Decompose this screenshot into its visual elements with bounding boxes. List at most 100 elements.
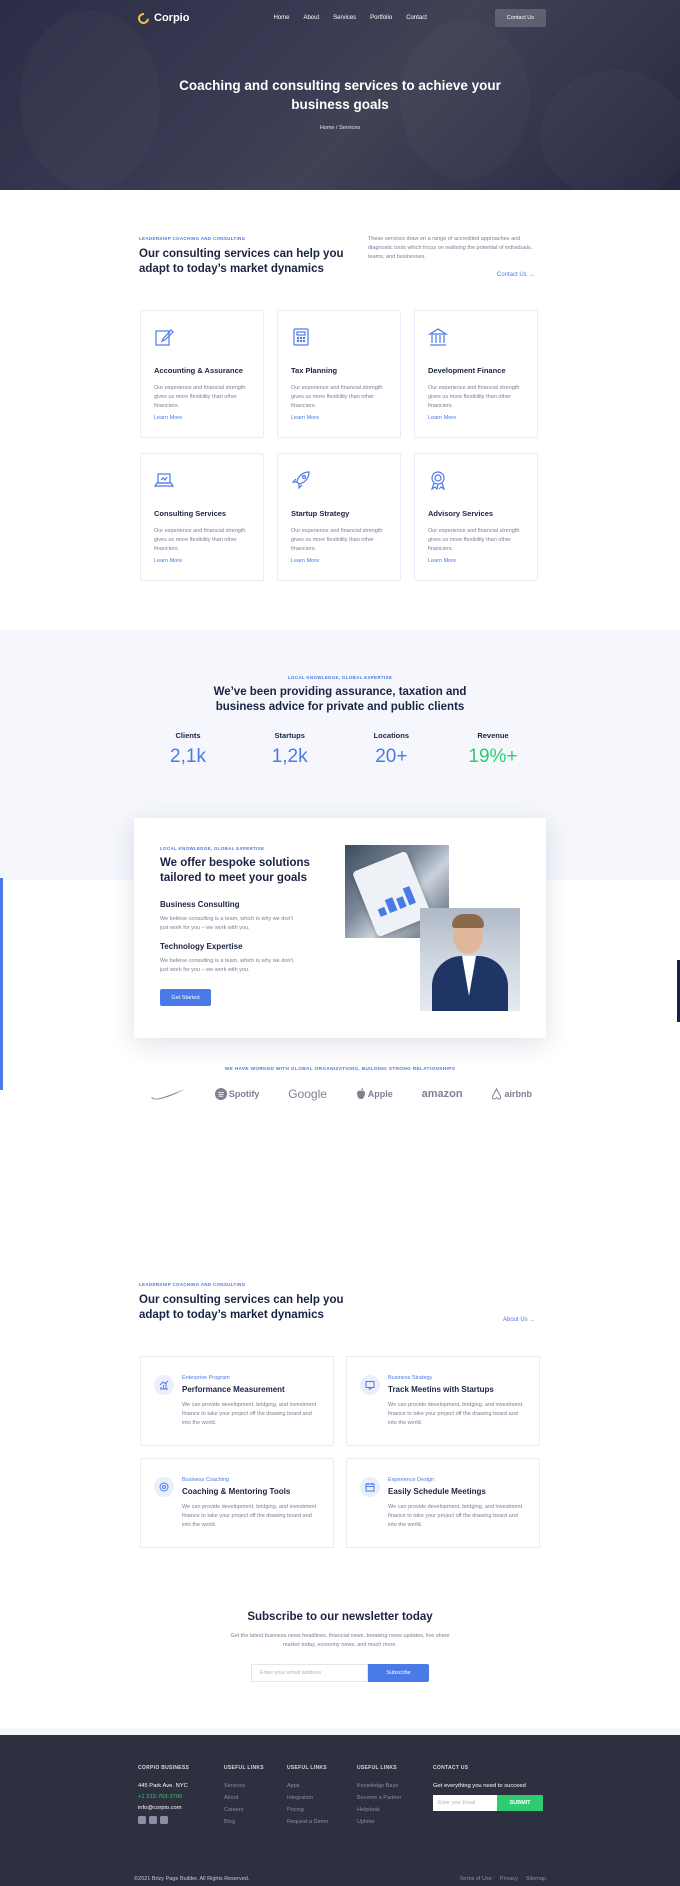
bank-icon bbox=[427, 328, 449, 346]
footer-link[interactable]: Careers bbox=[224, 1807, 264, 1813]
chart-bar bbox=[395, 896, 407, 910]
service-desc: Our experience and financial strength gi… bbox=[428, 385, 520, 409]
service-title: Consulting Services bbox=[154, 509, 227, 518]
newsletter-email-input[interactable]: Enter your email address bbox=[251, 1664, 368, 1682]
social-links bbox=[138, 1816, 189, 1824]
footer-link[interactable]: Uptime bbox=[357, 1819, 401, 1825]
stats-section: LOCAL KNOWLEDGE, GLOBAL EXPERTISE We’ve … bbox=[0, 630, 680, 810]
breadcrumb[interactable]: Home / Services bbox=[0, 125, 680, 131]
bespoke-eyebrow: LOCAL KNOWLEDGE, GLOBAL EXPERTISE bbox=[160, 846, 265, 851]
nav-portfolio[interactable]: Portfolio bbox=[370, 15, 392, 21]
newsletter-desc: Get the latest business news headlines, … bbox=[230, 1633, 450, 1648]
get-started-button[interactable]: Get Started bbox=[160, 989, 211, 1006]
footer-email-input[interactable]: Enter your Email bbox=[433, 1795, 497, 1811]
footer-phone[interactable]: +1 212-763-3700 bbox=[138, 1794, 189, 1800]
learn-more-link[interactable]: Learn More bbox=[291, 415, 319, 421]
sitemap-link[interactable]: Sitemap bbox=[526, 1876, 546, 1882]
service-title: Tax Planning bbox=[291, 366, 338, 375]
service-desc: Our experience and financial strength gi… bbox=[291, 385, 383, 409]
feature-title: Performance Measurement bbox=[182, 1385, 285, 1394]
bespoke-desc: We believe consulting is a team, which i… bbox=[160, 916, 294, 931]
learn-more-link[interactable]: Learn More bbox=[428, 558, 456, 564]
nav-services[interactable]: Services bbox=[333, 15, 356, 21]
footer-link[interactable]: Become a Partner bbox=[357, 1795, 401, 1801]
footer-link[interactable]: Services bbox=[224, 1783, 264, 1789]
footer-link[interactable]: Request a Demo bbox=[287, 1819, 328, 1825]
bespoke-subtitle: Business Consulting bbox=[160, 900, 240, 909]
stat-value: 20+ bbox=[375, 746, 408, 767]
terms-link[interactable]: Terms of Use bbox=[459, 1876, 491, 1882]
service-desc: Our experience and financial strength gi… bbox=[154, 528, 246, 552]
nav-home[interactable]: Home bbox=[273, 15, 289, 21]
award-icon bbox=[430, 471, 446, 491]
feature-card[interactable]: Business Coaching Coaching & Mentoring T… bbox=[140, 1458, 334, 1548]
nav-about[interactable]: About bbox=[303, 15, 319, 21]
subscribe-button[interactable]: Subscribe bbox=[368, 1664, 429, 1682]
footer-wrapper: CORPIO BUSINESS 445 Park Ave. NYC +1 212… bbox=[0, 1728, 680, 1886]
learn-more-link[interactable]: Learn More bbox=[154, 558, 182, 564]
twitter-icon[interactable] bbox=[138, 1816, 146, 1824]
privacy-link[interactable]: Privacy bbox=[500, 1876, 518, 1882]
service-card[interactable]: Development Finance Our experience and f… bbox=[414, 310, 538, 438]
spotify-icon bbox=[214, 1088, 227, 1100]
footer-email[interactable]: info@corpio.com bbox=[138, 1805, 189, 1811]
footer-submit-button[interactable]: SUBMIT bbox=[497, 1795, 543, 1811]
footer-address: 445 Park Ave. NYC bbox=[138, 1783, 188, 1789]
feature-card[interactable]: Experience Design Easily Schedule Meetin… bbox=[346, 1458, 540, 1548]
monitor-icon bbox=[360, 1375, 380, 1395]
footer-links-2: USEFUL LINKS Apps Integration Pricing Re… bbox=[287, 1765, 328, 1825]
feature-eyebrow: Enterprise Program bbox=[182, 1375, 230, 1381]
feature-card[interactable]: Enterprise Program Performance Measureme… bbox=[140, 1356, 334, 1446]
service-card[interactable]: Advisory Services Our experience and fin… bbox=[414, 453, 538, 581]
copyright: ©2021 Brizy Page Builder. All Rights Res… bbox=[134, 1876, 250, 1882]
footer-brand: CORPIO BUSINESS 445 Park Ave. NYC +1 212… bbox=[138, 1765, 189, 1824]
spotify-text: Spotify bbox=[228, 1089, 260, 1099]
footer-link[interactable]: Helpdesk bbox=[357, 1807, 401, 1813]
facebook-icon[interactable] bbox=[149, 1816, 157, 1824]
stat-label: Revenue bbox=[477, 731, 509, 740]
stat-label: Locations bbox=[373, 731, 410, 740]
learn-more-link[interactable]: Learn More bbox=[154, 415, 182, 421]
footer-link[interactable]: Apps bbox=[287, 1783, 328, 1789]
service-card[interactable]: Tax Planning Our experience and financia… bbox=[277, 310, 401, 438]
stat-clients: Clients 2,1k bbox=[148, 731, 228, 768]
tablet-chart bbox=[373, 884, 416, 917]
logo[interactable]: Corpio bbox=[135, 10, 189, 26]
feature-title: Easily Schedule Meetings bbox=[388, 1487, 486, 1496]
contact-us-link[interactable]: Contact Us → bbox=[497, 272, 534, 278]
footer-link[interactable]: About bbox=[224, 1795, 264, 1801]
service-title: Accounting & Assurance bbox=[154, 366, 243, 375]
footer-link[interactable]: Integration bbox=[287, 1795, 328, 1801]
service-card[interactable]: Accounting & Assurance Our experience an… bbox=[140, 310, 264, 438]
footer-heading: USEFUL LINKS bbox=[287, 1765, 327, 1771]
service-desc: Our experience and financial strength gi… bbox=[291, 528, 383, 552]
footer-link[interactable]: Pricing bbox=[287, 1807, 328, 1813]
instagram-icon[interactable] bbox=[160, 1816, 168, 1824]
apple-logo: Apple bbox=[356, 1088, 393, 1100]
learn-more-link[interactable]: Learn More bbox=[291, 558, 319, 564]
learn-more-link[interactable]: Learn More bbox=[428, 415, 456, 421]
contact-us-button[interactable]: Contact Us bbox=[494, 9, 546, 27]
intro-description: These services draw on a range of accred… bbox=[368, 236, 533, 260]
service-card[interactable]: Consulting Services Our experience and f… bbox=[140, 453, 264, 581]
footer-link[interactable]: Blog bbox=[224, 1819, 264, 1825]
footer-heading: CONTACT US bbox=[433, 1765, 469, 1771]
bespoke-title: We offer bespoke solutions tailored to m… bbox=[160, 857, 310, 884]
feature-card[interactable]: Business Strategy Track Meetins with Sta… bbox=[346, 1356, 540, 1446]
footer-link[interactable]: Knowledge Base bbox=[357, 1783, 401, 1789]
businessman-photo bbox=[420, 908, 520, 1011]
nav-contact[interactable]: Contact bbox=[406, 15, 427, 21]
hair-shape bbox=[452, 914, 484, 928]
about-us-link[interactable]: About Us → bbox=[503, 1317, 535, 1323]
features-eyebrow: LEADERSHIP COACHING AND CONSULTING bbox=[139, 1282, 246, 1287]
newsletter-form: Enter your email address Subscribe bbox=[251, 1664, 429, 1682]
nike-logo-icon bbox=[150, 1088, 186, 1100]
feature-desc: We can provide development, bridging, an… bbox=[388, 1504, 523, 1528]
service-desc: Our experience and financial strength gi… bbox=[428, 528, 520, 552]
stat-revenue: Revenue 19%+ bbox=[453, 731, 533, 768]
service-card[interactable]: Startup Strategy Our experience and fina… bbox=[277, 453, 401, 581]
rocket-icon bbox=[291, 471, 310, 490]
partner-logos: Spotify Google Apple amazon airbnb bbox=[150, 1087, 532, 1101]
stat-value: 1,2k bbox=[271, 746, 308, 767]
stat-label: Clients bbox=[175, 731, 201, 740]
